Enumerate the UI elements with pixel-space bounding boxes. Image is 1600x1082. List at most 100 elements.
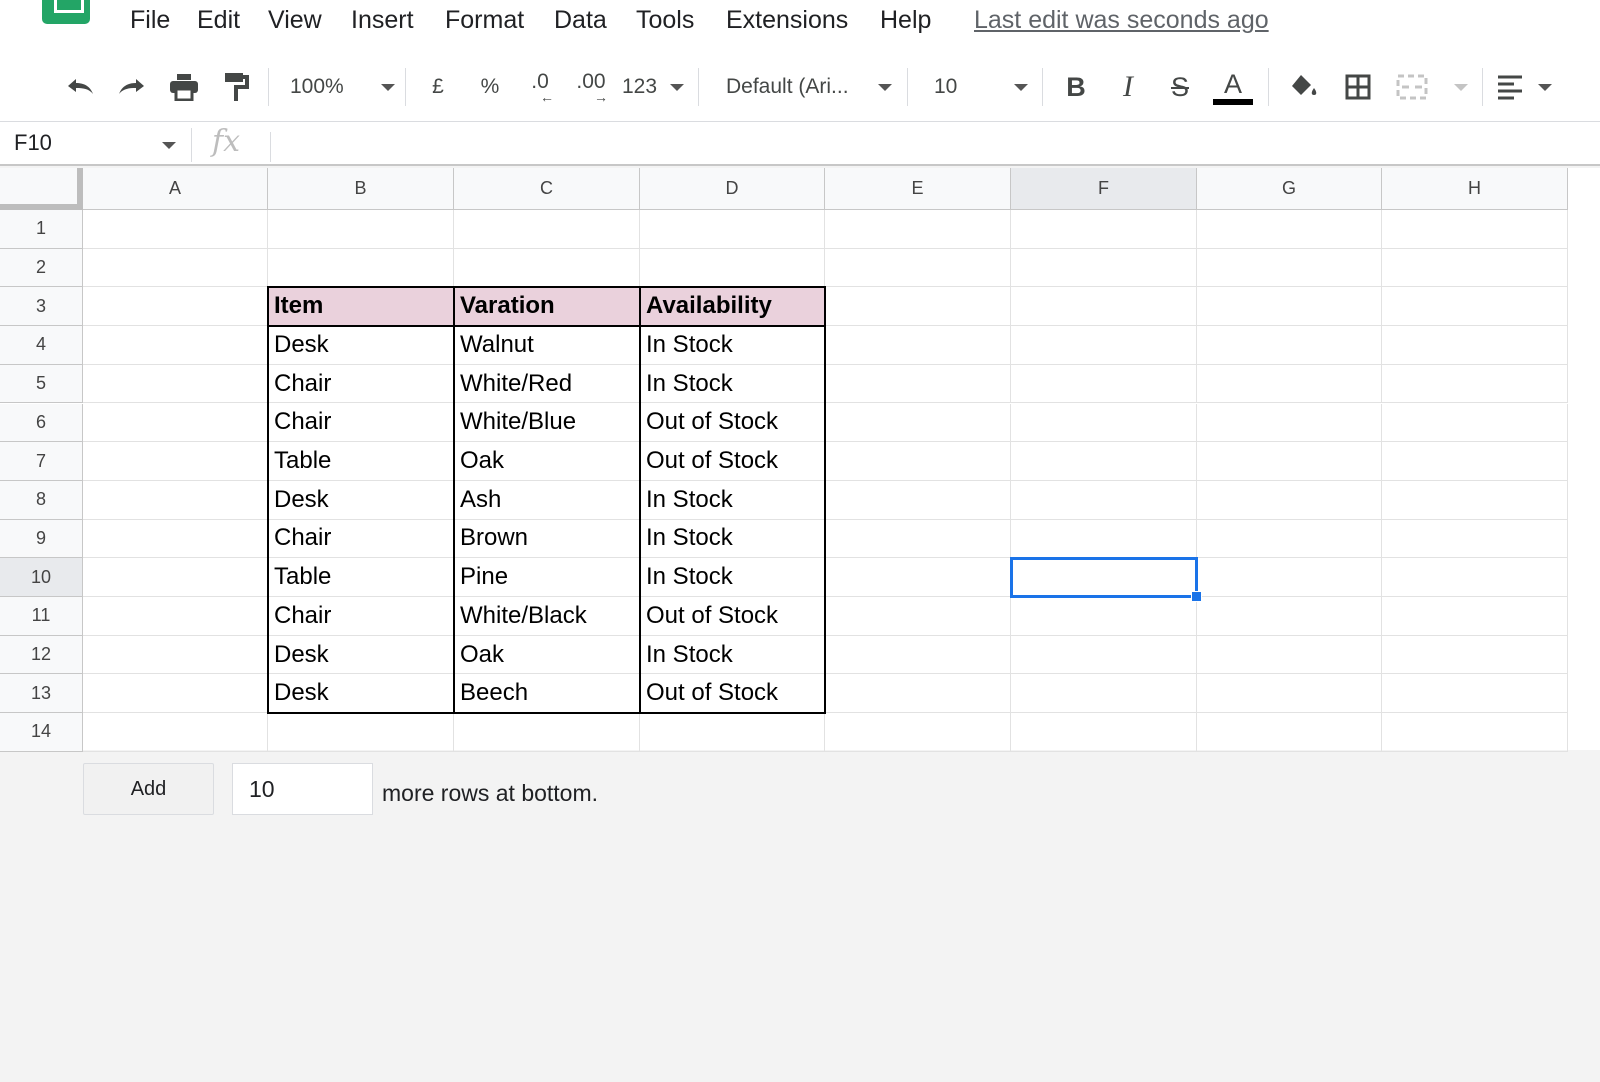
cell-e5[interactable] [825, 364, 1011, 404]
cell-a7[interactable] [83, 442, 268, 481]
cell-g14[interactable] [1197, 713, 1382, 752]
cell-a11[interactable] [83, 597, 268, 636]
menu-file[interactable]: File [130, 6, 170, 35]
cell-c2[interactable] [454, 248, 640, 288]
cell-d2[interactable] [640, 248, 825, 288]
cell-b3[interactable]: Item [268, 287, 454, 327]
cell-c9[interactable]: Brown [454, 519, 640, 559]
cell-f10[interactable] [1011, 558, 1197, 597]
cell-a2[interactable] [83, 248, 268, 288]
cell-a14[interactable] [83, 713, 268, 752]
cell-c3[interactable]: Varation [454, 287, 640, 327]
cell-g4[interactable] [1197, 326, 1382, 365]
cell-h14[interactable] [1382, 713, 1568, 752]
cell-b11[interactable]: Chair [268, 597, 454, 636]
currency-format-button[interactable]: £ [422, 66, 454, 108]
cell-a6[interactable] [83, 403, 268, 443]
column-header-f[interactable]: F [1011, 168, 1197, 210]
cell-d10[interactable]: In Stock [640, 558, 825, 597]
cell-c6[interactable]: White/Blue [454, 403, 640, 443]
cell-d9[interactable]: In Stock [640, 519, 825, 559]
row-header-8[interactable]: 8 [0, 480, 83, 520]
fill-handle[interactable] [1191, 591, 1202, 602]
cell-a4[interactable] [83, 326, 268, 365]
row-header-2[interactable]: 2 [0, 248, 83, 288]
cell-f9[interactable] [1011, 519, 1197, 559]
row-header-3[interactable]: 3 [0, 287, 83, 327]
cell-g1[interactable] [1197, 210, 1382, 249]
cell-c14[interactable] [454, 713, 640, 752]
merge-cells-button[interactable] [1396, 66, 1468, 108]
sheets-logo-icon[interactable] [42, 0, 90, 24]
percent-format-button[interactable]: % [474, 66, 506, 108]
horizontal-align-button[interactable] [1496, 66, 1552, 108]
cell-b9[interactable]: Chair [268, 519, 454, 559]
cell-d11[interactable]: Out of Stock [640, 597, 825, 636]
strikethrough-button[interactable]: S [1164, 66, 1196, 108]
cell-e9[interactable] [825, 519, 1011, 559]
cell-e6[interactable] [825, 403, 1011, 443]
cell-c12[interactable]: Oak [454, 635, 640, 675]
cell-h7[interactable] [1382, 442, 1568, 481]
cell-d7[interactable]: Out of Stock [640, 442, 825, 481]
cell-h6[interactable] [1382, 403, 1568, 443]
cell-g12[interactable] [1197, 635, 1382, 675]
text-color-button[interactable]: A [1212, 66, 1254, 108]
cell-h13[interactable] [1382, 674, 1568, 714]
cell-h8[interactable] [1382, 480, 1568, 520]
formula-input[interactable] [280, 126, 1580, 162]
cell-c13[interactable]: Beech [454, 674, 640, 714]
row-header-14[interactable]: 14 [0, 713, 83, 752]
cell-h1[interactable] [1382, 210, 1568, 249]
cell-f7[interactable] [1011, 442, 1197, 481]
decrease-decimal-button[interactable]: .0 ← [520, 66, 560, 108]
cell-d3[interactable]: Availability [640, 287, 825, 327]
select-all-corner[interactable] [0, 168, 83, 210]
cell-b14[interactable] [268, 713, 454, 752]
cell-c1[interactable] [454, 210, 640, 249]
increase-decimal-button[interactable]: .00 → [570, 66, 612, 108]
chevron-down-icon[interactable] [162, 142, 176, 149]
cell-g2[interactable] [1197, 248, 1382, 288]
cell-d12[interactable]: In Stock [640, 635, 825, 675]
column-header-g[interactable]: G [1197, 168, 1382, 210]
cell-e4[interactable] [825, 326, 1011, 365]
column-header-c[interactable]: C [454, 168, 640, 210]
column-header-e[interactable]: E [825, 168, 1011, 210]
cell-c7[interactable]: Oak [454, 442, 640, 481]
cell-h3[interactable] [1382, 287, 1568, 327]
more-formats-select[interactable]: 123 [622, 66, 684, 108]
cell-e12[interactable] [825, 635, 1011, 675]
row-header-6[interactable]: 6 [0, 403, 83, 443]
cell-h11[interactable] [1382, 597, 1568, 636]
cell-h9[interactable] [1382, 519, 1568, 559]
paint-format-button[interactable] [216, 66, 256, 108]
cell-c5[interactable]: White/Red [454, 364, 640, 404]
print-button[interactable] [164, 66, 204, 108]
cell-h4[interactable] [1382, 326, 1568, 365]
cell-b13[interactable]: Desk [268, 674, 454, 714]
row-header-13[interactable]: 13 [0, 674, 83, 714]
menu-format[interactable]: Format [445, 6, 524, 35]
row-header-7[interactable]: 7 [0, 442, 83, 481]
cell-b2[interactable] [268, 248, 454, 288]
cell-g5[interactable] [1197, 364, 1382, 404]
cell-b1[interactable] [268, 210, 454, 249]
column-header-d[interactable]: D [640, 168, 825, 210]
cell-g6[interactable] [1197, 403, 1382, 443]
cell-b10[interactable]: Table [268, 558, 454, 597]
cell-a5[interactable] [83, 364, 268, 404]
cell-b12[interactable]: Desk [268, 635, 454, 675]
undo-button[interactable] [60, 66, 100, 108]
cell-d5[interactable]: In Stock [640, 364, 825, 404]
column-header-b[interactable]: B [268, 168, 454, 210]
cell-e3[interactable] [825, 287, 1011, 327]
row-header-10[interactable]: 10 [0, 558, 83, 597]
cell-h12[interactable] [1382, 635, 1568, 675]
cell-e1[interactable] [825, 210, 1011, 249]
cell-b7[interactable]: Table [268, 442, 454, 481]
cell-f3[interactable] [1011, 287, 1197, 327]
cell-f4[interactable] [1011, 326, 1197, 365]
menu-view[interactable]: View [268, 6, 322, 35]
menu-extensions[interactable]: Extensions [726, 6, 848, 35]
